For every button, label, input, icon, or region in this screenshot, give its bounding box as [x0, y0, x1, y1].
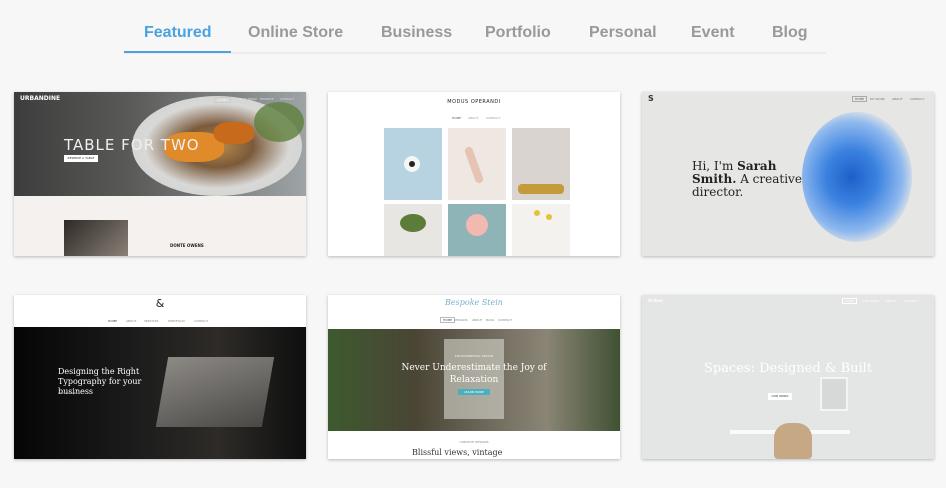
nav-item: ABOUT — [472, 318, 483, 322]
chair-image — [774, 423, 812, 459]
gallery-tile — [384, 128, 442, 200]
tab-business[interactable]: Business — [381, 24, 452, 42]
gallery-tile — [384, 204, 442, 256]
nav-item: ABOUT — [126, 319, 137, 323]
hero-button: RESERVE A TABLE — [64, 155, 98, 162]
hero-headline: Never Underestimate the Joy of Relaxatio… — [401, 363, 547, 385]
hero-headline: TABLE FOR TWO — [64, 136, 200, 154]
section-text: Blissful views, vintage — [412, 448, 503, 457]
headline-bold: Sarah — [737, 159, 777, 173]
greens-image — [254, 102, 304, 142]
template-logo: S — [648, 94, 654, 103]
nav-item: RESERVE — [260, 97, 274, 101]
headline-bold: Smith. — [692, 172, 737, 186]
tab-featured[interactable]: Featured — [144, 24, 212, 42]
tab-blog[interactable]: Blog — [772, 24, 808, 42]
template-card-urbandine[interactable]: URBANDINE HOME ABOUT MENU RESERVE CONTAC… — [14, 92, 306, 256]
section-label: CREATIVE DESIGNS — [459, 440, 489, 444]
tab-portfolio[interactable]: Portfolio — [485, 24, 551, 42]
food-item — [214, 122, 254, 144]
nav-item: HOME — [852, 96, 868, 102]
nav-item: CONTACT — [910, 97, 925, 101]
lower-section — [14, 196, 306, 256]
template-logo: Bespoke Stein — [445, 298, 503, 307]
nav-item: CONTACT — [486, 116, 501, 120]
nav-item: ABOUT — [886, 299, 897, 303]
nav-item: CONTACT — [498, 318, 513, 322]
nav-item: CONTACT — [904, 299, 919, 303]
template-card-spaces[interactable]: Oribus HOME OUR WORK ABOUT CONTACT Space… — [642, 295, 934, 459]
tab-personal[interactable]: Personal — [589, 24, 657, 42]
nav-item: HOME — [440, 317, 456, 323]
wall-frame-image — [820, 377, 848, 411]
nav-item: ABOUT — [468, 116, 479, 120]
template-logo: Oribus — [648, 298, 663, 303]
type-tray-image — [155, 357, 275, 427]
nav-item: MENU — [248, 97, 257, 101]
template-card-modus-operandi[interactable]: MODUS OPERANDI HOME ABOUT CONTACT — [328, 92, 620, 256]
template-card-creative-director[interactable]: S HOME MY WORK ABOUT CONTACT Hi, I'm Sar… — [642, 92, 934, 256]
nav-item: HOME — [108, 319, 118, 323]
gallery-tile — [512, 128, 570, 200]
nav-item: HOME — [452, 116, 462, 120]
template-logo: MODUS OPERANDI — [447, 99, 501, 105]
tab-online-store[interactable]: Online Store — [248, 24, 343, 42]
hero-button: OUR WORK — [768, 393, 792, 400]
nav-item: MY WORK — [870, 97, 885, 101]
nav-item: HOME — [214, 97, 232, 103]
nav-item: CONTACT — [280, 97, 295, 101]
nav-item: CONTACT — [194, 319, 209, 323]
hero-button: LEARN MORE — [458, 389, 490, 395]
template-card-typography[interactable]: & HOME ABOUT SERVICES PORTFOLIO CONTACT … — [14, 295, 306, 459]
nav-item: PORTFOLIO — [168, 319, 185, 323]
ink-cloud-image — [802, 112, 912, 242]
nav-item: DESIGNS — [454, 318, 468, 322]
nav-item: ABOUT — [236, 97, 247, 101]
hero-headline: Hi, I'm Sarah Smith. A creative director… — [692, 160, 802, 199]
nav-item: ABOUT — [892, 97, 903, 101]
gallery-tile — [448, 128, 506, 200]
chef-photo — [64, 220, 128, 256]
template-logo: & — [155, 297, 165, 310]
hero-headline: Spaces: Designed & Built — [703, 361, 873, 376]
nav-item: SERVICES — [144, 319, 159, 323]
nav-item: OUR WORK — [862, 299, 879, 303]
nav-item: HOME — [842, 298, 858, 304]
category-tabs: Featured Online Store Business Portfolio… — [124, 0, 826, 54]
template-logo: URBANDINE — [20, 95, 61, 102]
gallery-tile — [448, 204, 506, 256]
lower-subhead: DONTE OWENS — [170, 243, 204, 248]
nav-item: BLOG — [486, 318, 495, 322]
gallery-tile — [512, 204, 570, 256]
hero-caption: VIEW PROJECTS — [58, 391, 82, 395]
active-tab-underline — [124, 51, 231, 53]
template-card-bespoke-stein[interactable]: Bespoke Stein HOME DESIGNS ABOUT BLOG CO… — [328, 295, 620, 459]
headline-plain: Hi, I'm — [692, 159, 738, 173]
tab-event[interactable]: Event — [691, 24, 735, 42]
hero-kicker: ENVIRONMENTAL DESIGN — [454, 354, 494, 358]
